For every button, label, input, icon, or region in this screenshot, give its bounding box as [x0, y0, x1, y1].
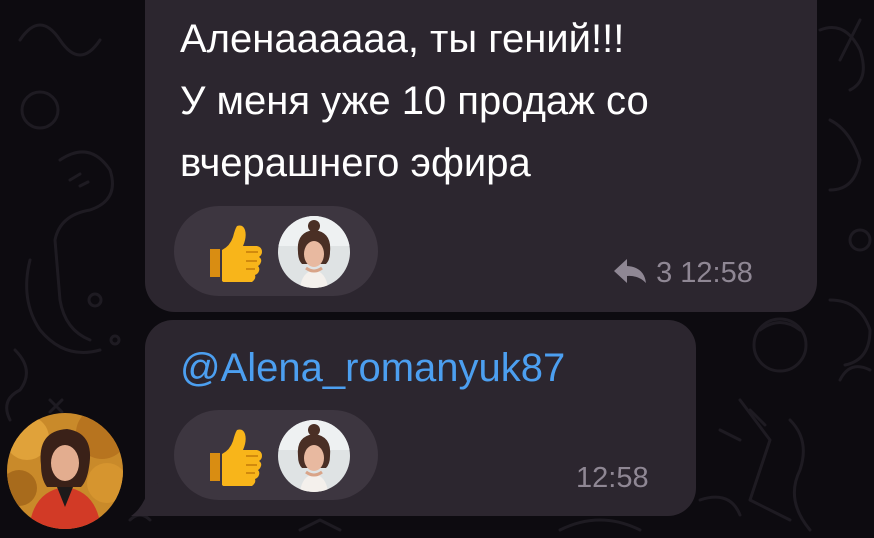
message-time: 12:58 [576, 462, 649, 494]
reaction-chip[interactable] [174, 410, 378, 500]
reply-count: 3 [656, 257, 673, 289]
reaction-chip[interactable] [174, 206, 378, 296]
message-text: Аленаааааа, ты гений!!! У меня уже 10 пр… [180, 17, 649, 185]
message-time: 12:58 [680, 257, 753, 289]
message-meta: 3 12:58 [612, 257, 753, 290]
sender-avatar[interactable] [7, 413, 123, 529]
thumbs-up-icon [210, 429, 262, 486]
reactor-avatar [278, 420, 350, 492]
bubble-tail [131, 478, 167, 516]
thumbs-up-icon [210, 225, 262, 282]
reactor-avatar [278, 216, 350, 288]
reply-icon [614, 259, 646, 283]
user-mention-link[interactable]: @Alena_romanyuk87 [180, 338, 565, 398]
message-meta: 12:58 [576, 462, 649, 495]
